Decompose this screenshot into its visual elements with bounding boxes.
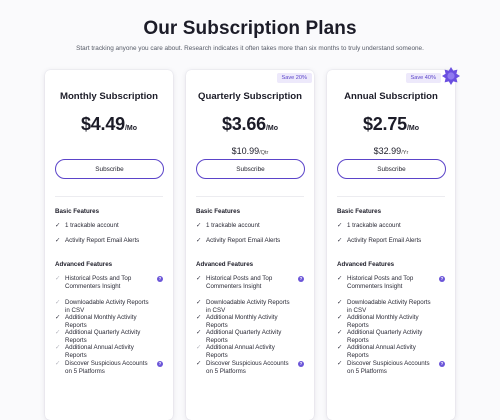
feature-label: Activity Report Email Alerts xyxy=(65,237,140,244)
feature-label: Historical Posts and Top Commenters Insi… xyxy=(65,275,132,291)
check-icon: ✓ xyxy=(337,360,343,367)
feature-label: 1 trackable account xyxy=(347,222,401,229)
price-unit: /Mo xyxy=(124,125,138,132)
total-unit: /Qtr xyxy=(259,150,269,156)
check-icon: ✓ xyxy=(55,275,61,282)
plan-price: $4.49/Mo xyxy=(45,114,173,135)
basic-features-heading: Basic Features xyxy=(55,208,100,215)
plan-card-annual: Save 40% Annual Subscription $2.75/Mo $3… xyxy=(327,67,460,420)
feature-label: Discover Suspicious Accounts on 5 Platfo… xyxy=(206,360,289,376)
check-icon: ✓ xyxy=(196,344,202,351)
check-icon: ✓ xyxy=(55,360,61,367)
plan-total-price: $10.99/Qtr xyxy=(186,141,314,159)
price-amount: $3.66 xyxy=(221,114,266,134)
price-amount: $4.49 xyxy=(80,114,125,134)
check-icon: ✓ xyxy=(337,275,343,282)
info-icon[interactable]: ? xyxy=(298,361,304,367)
feature-label: Historical Posts and Top Commenters Insi… xyxy=(206,275,273,291)
check-icon: ✓ xyxy=(55,222,61,229)
check-icon: ✓ xyxy=(196,222,202,229)
divider xyxy=(196,196,304,197)
feature-label: 1 trackable account xyxy=(65,222,119,229)
feature-label: Activity Report Email Alerts xyxy=(206,237,281,244)
feature-label: Additional Annual Activity Reports xyxy=(347,344,416,360)
divider xyxy=(55,196,163,197)
check-icon: ✓ xyxy=(196,314,202,321)
save-tag: Save 20% xyxy=(276,73,312,83)
check-icon: ✓ xyxy=(55,344,61,351)
advanced-features-heading: Advanced Features xyxy=(337,261,395,268)
plan-title: Monthly Subscription xyxy=(59,91,159,102)
plan-card-quarterly: Save 20% Quarterly Subscription $3.66/Mo… xyxy=(186,70,314,420)
save-tag: Save 40% xyxy=(405,73,441,83)
plans-container: Monthly Subscription $4.49/Mo Subscribe … xyxy=(45,67,460,420)
star-badge-icon xyxy=(441,66,461,86)
check-icon: ✓ xyxy=(55,314,61,321)
advanced-features-heading: Advanced Features xyxy=(55,261,113,268)
feature-label: Discover Suspicious Accounts on 5 Platfo… xyxy=(347,360,430,376)
advanced-features-heading: Advanced Features xyxy=(196,261,254,268)
basic-features-heading: Basic Features xyxy=(196,208,241,215)
plan-price: $3.66/Mo xyxy=(186,114,314,135)
plan-title: Annual Subscription xyxy=(344,91,438,102)
check-icon: ✓ xyxy=(55,329,61,336)
info-icon[interactable]: ? xyxy=(439,361,445,367)
feature-label: Additional Annual Activity Reports xyxy=(65,344,134,360)
subscribe-button-monthly[interactable]: Subscribe xyxy=(55,159,164,179)
check-icon: ✓ xyxy=(337,222,343,229)
check-icon: ✓ xyxy=(337,299,343,306)
divider xyxy=(337,196,445,197)
plan-total-price: $32.99/Yr xyxy=(327,141,455,159)
page-subtitle: Start tracking anyone you care about. Re… xyxy=(76,45,424,52)
total-unit: /Yr xyxy=(401,150,409,156)
check-icon: ✓ xyxy=(196,237,202,244)
check-icon: ✓ xyxy=(196,299,202,306)
subscribe-button-quarterly[interactable]: Subscribe xyxy=(196,159,305,179)
info-icon[interactable]: ? xyxy=(298,276,304,282)
check-icon: ✓ xyxy=(196,275,202,282)
feature-label: 1 trackable account xyxy=(206,222,260,229)
info-icon[interactable]: ? xyxy=(439,276,445,282)
plan-card-monthly: Monthly Subscription $4.49/Mo Subscribe … xyxy=(45,70,173,420)
feature-label: Additional Annual Activity Reports xyxy=(206,344,275,360)
check-icon: ✓ xyxy=(337,329,343,336)
check-icon: ✓ xyxy=(196,360,202,367)
price-amount: $2.75 xyxy=(362,114,407,134)
total-amount: $32.99 xyxy=(373,146,402,156)
check-icon: ✓ xyxy=(196,329,202,336)
feature-label: Discover Suspicious Accounts on 5 Platfo… xyxy=(65,360,148,376)
total-amount: $10.99 xyxy=(231,146,260,156)
page-title: Our Subscription Plans xyxy=(143,18,357,39)
price-unit: /Mo xyxy=(265,125,279,132)
info-icon[interactable]: ? xyxy=(157,276,163,282)
check-icon: ✓ xyxy=(337,344,343,351)
basic-features-heading: Basic Features xyxy=(337,208,382,215)
plan-title: Quarterly Subscription xyxy=(198,91,302,102)
feature-label: Historical Posts and Top Commenters Insi… xyxy=(347,275,414,291)
price-unit: /Mo xyxy=(406,125,420,132)
plan-price: $2.75/Mo xyxy=(327,114,455,135)
feature-label: Activity Report Email Alerts xyxy=(347,237,422,244)
subscribe-button-annual[interactable]: Subscribe xyxy=(337,159,446,179)
check-icon: ✓ xyxy=(55,237,61,244)
check-icon: ✓ xyxy=(337,237,343,244)
check-icon: ✓ xyxy=(337,314,343,321)
check-icon: ✓ xyxy=(55,299,61,306)
info-icon[interactable]: ? xyxy=(157,361,163,367)
